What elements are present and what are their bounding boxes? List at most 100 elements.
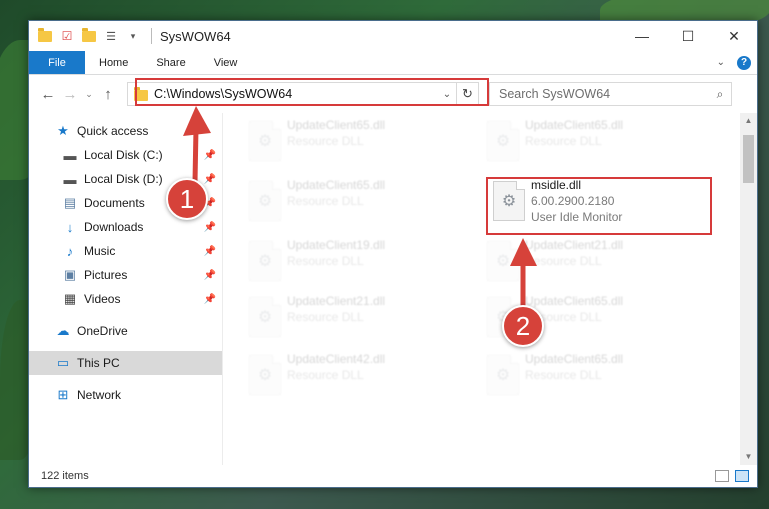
tab-view[interactable]: View (200, 51, 252, 74)
file-item[interactable]: ⚙ UpdateClient65.dll Resource DLL (241, 175, 451, 231)
file-item[interactable]: ⚙ UpdateClient21.dll Resource DLL (479, 235, 689, 291)
step-marker-1: 1 (166, 178, 208, 220)
folder-icon (37, 27, 53, 44)
item-count: 122 items (41, 470, 89, 482)
close-button[interactable]: ✕ (711, 21, 757, 51)
sidebar-item-label: Pictures (84, 268, 128, 282)
dll-file-icon: ⚙ (493, 181, 525, 221)
address-path[interactable]: C:\Windows\SysWOW64 (154, 87, 292, 101)
chevron-down-icon[interactable]: ▾ (125, 28, 141, 44)
file-item[interactable]: ⚙ UpdateClient65.dll Resource DLL (479, 115, 689, 171)
recent-locations-button[interactable]: ⌄ (81, 89, 97, 100)
file-name: UpdateClient42.dll (287, 352, 386, 366)
sidebar-item-label: Documents (84, 196, 145, 210)
file-name: UpdateClient65.dll (525, 294, 624, 308)
maximize-button[interactable]: ☐ (665, 21, 711, 51)
file-item[interactable]: ⚙ UpdateClient21.dll Resource DLL (241, 291, 451, 347)
sidebar-item-label: This PC (77, 356, 120, 370)
scroll-down-icon[interactable]: ▼ (740, 449, 757, 465)
scroll-up-icon[interactable]: ▲ (740, 113, 757, 129)
file-item[interactable]: ⚙ UpdateClient19.dll Resource DLL (241, 235, 451, 291)
file-description: Resource DLL (525, 254, 602, 268)
sidebar-item-label: Quick access (77, 124, 149, 138)
dll-file-icon: ⚙ (249, 181, 281, 221)
sidebar-item-label: Local Disk (C:) (84, 148, 163, 162)
file-description: User Idle Monitor (531, 210, 623, 224)
dll-file-icon: ⚙ (487, 241, 519, 281)
drive-icon: ▬ (63, 147, 77, 163)
search-input[interactable] (499, 87, 709, 101)
refresh-icon[interactable]: ↻ (456, 83, 478, 105)
forward-button[interactable]: → (59, 86, 81, 103)
file-description: Resource DLL (287, 134, 364, 148)
file-description: Resource DLL (287, 368, 364, 382)
file-item-msidle[interactable]: ⚙ msidle.dll 6.00.2900.2180 User Idle Mo… (485, 175, 695, 233)
sidebar-item-quick-access[interactable]: ★ Quick access (29, 119, 222, 143)
folder-icon (134, 86, 148, 101)
scrollbar-thumb[interactable] (743, 135, 754, 183)
customize-toolbar-icon[interactable]: ☰ (103, 28, 119, 44)
step-marker-2: 2 (502, 305, 544, 347)
file-list: ⚙ UpdateClient65.dll Resource DLL ⚙ Updat… (223, 113, 757, 465)
drive-icon: ▬ (63, 171, 77, 187)
dll-file-icon: ⚙ (249, 121, 281, 161)
file-description: Resource DLL (525, 368, 602, 382)
details-view-icon[interactable] (715, 470, 729, 482)
content-area: ★ Quick access ▬ Local Disk (C:) 📌 ▬ Loc… (29, 113, 757, 465)
sidebar-item-videos[interactable]: ▦ Videos 📌 (29, 287, 222, 311)
search-box[interactable]: ⌕ (489, 82, 732, 106)
sidebar-item-pictures[interactable]: ▣ Pictures 📌 (29, 263, 222, 287)
view-toggle (715, 470, 757, 482)
sidebar-item-label: Downloads (84, 220, 144, 234)
address-bar[interactable]: C:\Windows\SysWOW64 ⌄ ↻ (127, 82, 479, 106)
sidebar-item-label: Music (84, 244, 116, 258)
properties-icon[interactable]: ☑ (59, 28, 75, 44)
pin-icon: 📌 (203, 173, 216, 185)
sidebar-item-label: Videos (84, 292, 121, 306)
tab-share[interactable]: Share (142, 51, 199, 74)
pin-icon: 📌 (203, 245, 216, 257)
file-item[interactable]: ⚙ UpdateClient65.dll Resource DLL (479, 349, 689, 405)
file-description: Resource DLL (287, 194, 364, 208)
file-item[interactable]: ⚙ UpdateClient42.dll Resource DLL (241, 349, 451, 405)
sidebar-item-label: Network (77, 388, 122, 402)
back-button[interactable]: ← (37, 86, 59, 103)
search-icon[interactable]: ⌕ (709, 87, 731, 102)
window-controls: — ☐ ✕ (619, 21, 757, 51)
tab-file[interactable]: File (29, 51, 85, 74)
ribbon-tabs: File Home Share View ⌄ ? (29, 51, 757, 75)
new-folder-icon[interactable] (81, 27, 97, 44)
title-separator (151, 28, 152, 44)
sidebar-item-onedrive[interactable]: ☁ OneDrive (29, 319, 222, 343)
tab-home[interactable]: Home (85, 51, 142, 74)
file-name: UpdateClient65.dll (525, 352, 624, 366)
network-icon: ⊞ (57, 387, 69, 402)
cloud-icon: ☁ (56, 323, 70, 338)
sidebar-item-local-disk-c[interactable]: ▬ Local Disk (C:) 📌 (29, 143, 222, 167)
explorer-window: ☑ ☰ ▾ SysWOW64 — ☐ ✕ File Home Share Vie… (28, 20, 758, 488)
up-button[interactable]: ↑ (97, 86, 119, 103)
file-name: UpdateClient21.dll (525, 238, 624, 252)
pin-icon: 📌 (203, 149, 216, 161)
music-icon: ♪ (66, 243, 74, 259)
help-icon[interactable]: ? (737, 55, 751, 70)
dll-file-icon: ⚙ (249, 355, 281, 395)
vertical-scrollbar[interactable]: ▲ ▼ (740, 113, 757, 465)
file-description: Resource DLL (287, 254, 364, 268)
minimize-button[interactable]: — (619, 21, 665, 51)
chevron-down-icon[interactable]: ⌄ (438, 89, 456, 100)
file-name: msidle.dll (531, 178, 582, 192)
sidebar-item-music[interactable]: ♪ Music 📌 (29, 239, 222, 263)
tiles-view-icon[interactable] (735, 470, 749, 482)
sidebar-item-label: Local Disk (D:) (84, 172, 163, 186)
file-description: Resource DLL (287, 310, 364, 324)
expand-ribbon-icon[interactable]: ⌄ (717, 57, 725, 68)
sidebar-item-this-pc[interactable]: ▭ This PC (29, 351, 222, 375)
file-name: UpdateClient19.dll (287, 238, 386, 252)
window-title: SysWOW64 (160, 28, 231, 44)
documents-icon: ▤ (63, 195, 77, 210)
file-name: UpdateClient65.dll (287, 178, 386, 192)
file-name: UpdateClient65.dll (287, 118, 386, 132)
sidebar-item-network[interactable]: ⊞ Network (29, 383, 222, 407)
file-item[interactable]: ⚙ UpdateClient65.dll Resource DLL (241, 115, 451, 171)
